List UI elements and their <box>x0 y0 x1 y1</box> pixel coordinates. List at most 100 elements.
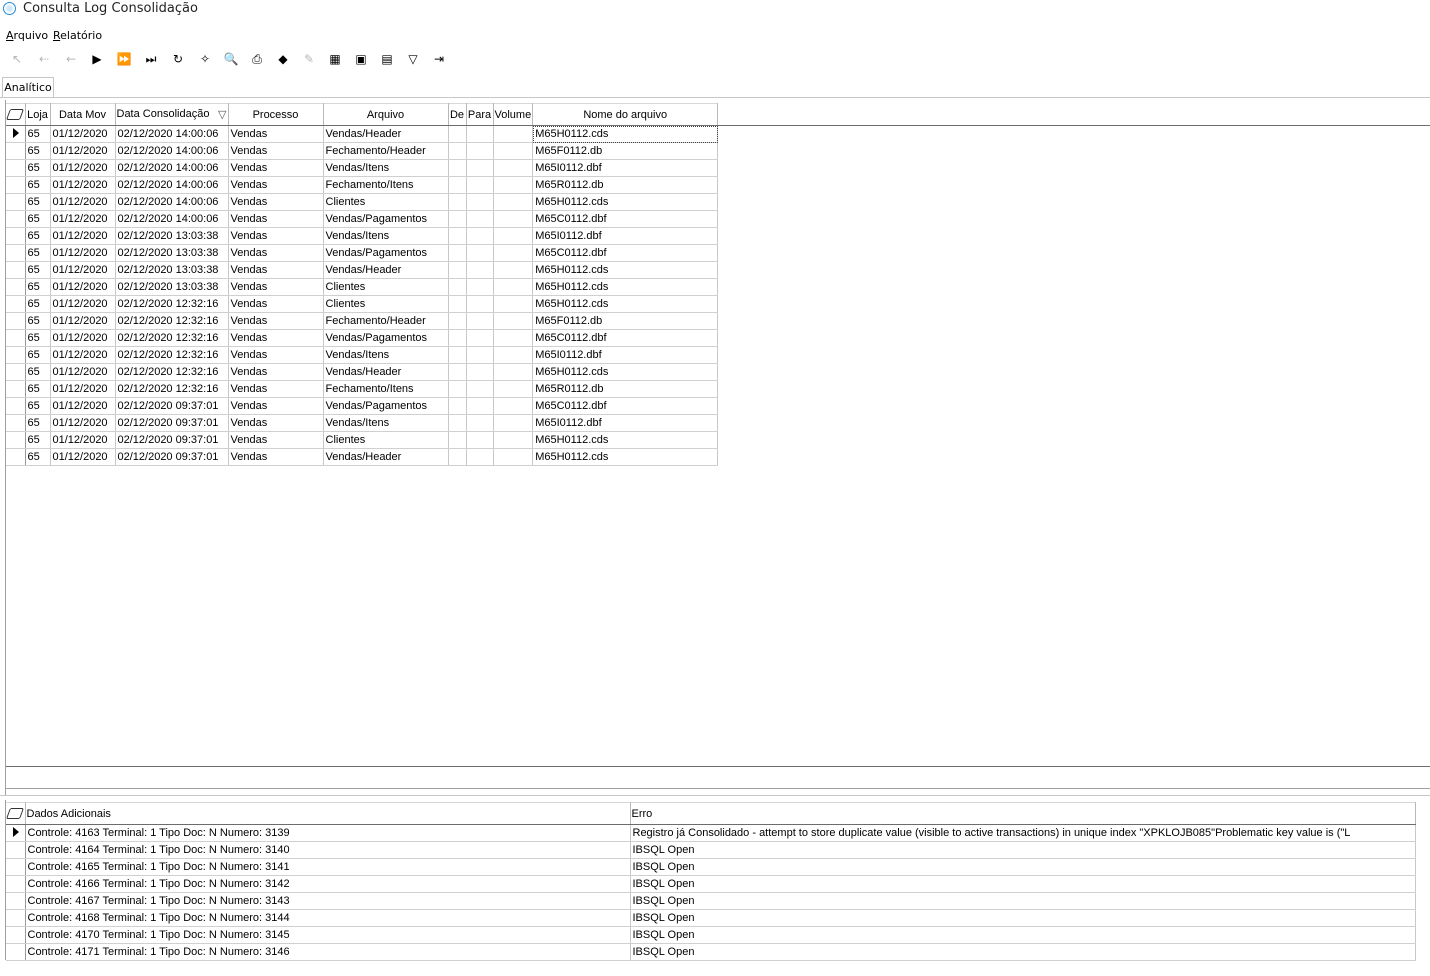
table-row[interactable]: 65 01/12/2020 02/12/2020 13:03:38 Vendas Ven… <box>6 261 719 279</box>
column-header[interactable]: De <box>448 103 467 126</box>
table-cell[interactable]: 65 <box>25 278 51 296</box>
table-cell[interactable] <box>493 244 534 262</box>
table-cell[interactable]: Controle: 4167 Terminal: 1 Tipo Doc: N N… <box>25 892 631 910</box>
table-cell[interactable]: 65 <box>25 312 51 330</box>
table-cell[interactable] <box>448 414 467 432</box>
table-cell[interactable]: Vendas <box>228 210 324 228</box>
table-cell[interactable]: 65 <box>25 142 51 160</box>
table-cell[interactable]: Vendas/Header <box>323 448 449 466</box>
table-cell[interactable] <box>493 159 534 177</box>
last-record-icon[interactable]: ⏭ <box>141 49 161 69</box>
table-cell[interactable]: Clientes <box>323 193 449 211</box>
column-header[interactable]: Data Mov <box>50 103 116 126</box>
table-cell[interactable]: 02/12/2020 12:32:16 <box>115 346 229 364</box>
table-cell[interactable]: 02/12/2020 14:00:06 <box>115 142 229 160</box>
table-cell[interactable]: Vendas/Header <box>323 261 449 279</box>
table-cell[interactable]: M65I0112.dbf <box>532 227 719 245</box>
table-cell[interactable] <box>493 363 534 381</box>
table-cell[interactable]: Controle: 4165 Terminal: 1 Tipo Doc: N N… <box>25 858 631 876</box>
table-cell[interactable]: 02/12/2020 12:32:16 <box>115 312 229 330</box>
table-cell[interactable]: 01/12/2020 <box>50 244 116 262</box>
table-cell[interactable] <box>493 295 534 313</box>
table-cell[interactable] <box>448 244 467 262</box>
table-cell[interactable]: M65I0112.dbf <box>532 159 719 177</box>
table-cell[interactable]: 02/12/2020 12:32:16 <box>115 380 229 398</box>
table-cell[interactable] <box>493 210 534 228</box>
table-cell[interactable]: M65H0112.cds <box>532 431 719 449</box>
table-cell[interactable]: IBSQL Open <box>630 841 1416 859</box>
filter-image-icon[interactable]: ▦ <box>325 49 345 69</box>
table-cell[interactable]: Vendas/Pagamentos <box>323 329 449 347</box>
table-cell[interactable]: Vendas <box>228 380 324 398</box>
table-row[interactable]: 65 01/12/2020 02/12/2020 13:03:38 Vendas Ven… <box>6 227 719 245</box>
table-cell[interactable] <box>466 448 494 466</box>
table-cell[interactable]: 65 <box>25 397 51 415</box>
tag-icon[interactable]: ◆ <box>273 49 293 69</box>
table-cell[interactable]: 65 <box>25 448 51 466</box>
table-cell[interactable]: M65H0112.cds <box>532 448 719 466</box>
funnel-icon[interactable]: ▽ <box>403 49 423 69</box>
table-cell[interactable]: M65H0112.cds <box>532 295 719 313</box>
table-row[interactable]: 65 01/12/2020 02/12/2020 13:03:38 Vendas Cli… <box>6 278 719 296</box>
table-cell[interactable]: 01/12/2020 <box>50 312 116 330</box>
table-cell[interactable]: 02/12/2020 14:00:06 <box>115 193 229 211</box>
table-cell[interactable]: Vendas <box>228 295 324 313</box>
table-cell[interactable]: Vendas/Itens <box>323 414 449 432</box>
table-cell[interactable] <box>448 159 467 177</box>
table-cell[interactable]: Fechamento/Header <box>323 312 449 330</box>
table-cell[interactable]: 65 <box>25 295 51 313</box>
table-row[interactable]: 65 01/12/2020 02/12/2020 12:32:16 Vendas Fec… <box>6 312 719 330</box>
table-cell[interactable]: 01/12/2020 <box>50 414 116 432</box>
table-cell[interactable]: Vendas <box>228 414 324 432</box>
table-cell[interactable]: 65 <box>25 363 51 381</box>
table-cell[interactable] <box>493 142 534 160</box>
table-cell[interactable]: 02/12/2020 14:00:06 <box>115 176 229 194</box>
table-cell[interactable]: IBSQL Open <box>630 926 1416 944</box>
table-row[interactable]: Controle: 4166 Terminal: 1 Tipo Doc: N N… <box>6 875 1416 893</box>
table-cell[interactable]: Clientes <box>323 278 449 296</box>
column-header[interactable]: Para <box>466 103 494 126</box>
table-cell[interactable]: 02/12/2020 13:03:38 <box>115 227 229 245</box>
table-cell[interactable]: Fechamento/Itens <box>323 176 449 194</box>
table-cell[interactable]: 65 <box>25 125 51 143</box>
table-cell[interactable]: 02/12/2020 12:32:16 <box>115 363 229 381</box>
table-row[interactable]: Controle: 4170 Terminal: 1 Tipo Doc: N N… <box>6 926 1416 944</box>
table-cell[interactable]: 02/12/2020 13:03:38 <box>115 278 229 296</box>
table-cell[interactable]: Vendas <box>228 346 324 364</box>
column-header[interactable]: Nome do arquivo <box>532 103 719 126</box>
table-cell[interactable]: 65 <box>25 159 51 177</box>
table-cell[interactable] <box>493 261 534 279</box>
table-cell[interactable]: 02/12/2020 14:00:06 <box>115 210 229 228</box>
table-row[interactable]: 65 01/12/2020 02/12/2020 09:37:01 Vendas Ven… <box>6 414 719 432</box>
table-cell[interactable] <box>493 397 534 415</box>
table-row[interactable]: Controle: 4171 Terminal: 1 Tipo Doc: N N… <box>6 943 1416 961</box>
table-cell[interactable] <box>493 227 534 245</box>
table-cell[interactable]: Vendas/Itens <box>323 159 449 177</box>
table-cell[interactable]: Vendas <box>228 193 324 211</box>
table-cell[interactable] <box>448 431 467 449</box>
table-row[interactable]: Controle: 4168 Terminal: 1 Tipo Doc: N N… <box>6 909 1416 927</box>
table-cell[interactable]: IBSQL Open <box>630 875 1416 893</box>
table-cell[interactable]: M65F0112.db <box>532 142 719 160</box>
table-cell[interactable] <box>493 346 534 364</box>
table-cell[interactable]: 01/12/2020 <box>50 295 116 313</box>
table-cell[interactable]: Controle: 4163 Terminal: 1 Tipo Doc: N N… <box>25 824 631 842</box>
table-cell[interactable] <box>448 380 467 398</box>
table-cell[interactable]: 65 <box>25 380 51 398</box>
table-cell[interactable]: 01/12/2020 <box>50 227 116 245</box>
table-cell[interactable]: 01/12/2020 <box>50 380 116 398</box>
table-cell[interactable]: 02/12/2020 14:00:06 <box>115 159 229 177</box>
table-cell[interactable] <box>493 329 534 347</box>
wand-icon[interactable]: ✧ <box>195 49 215 69</box>
first-record-icon[interactable]: ↖ <box>7 49 27 69</box>
table-cell[interactable] <box>493 414 534 432</box>
table-cell[interactable]: M65H0112.cds <box>532 125 719 143</box>
table-cell[interactable] <box>493 380 534 398</box>
table-cell[interactable] <box>466 210 494 228</box>
table-cell[interactable]: Vendas/Itens <box>323 227 449 245</box>
table-cell[interactable]: 65 <box>25 414 51 432</box>
table-cell[interactable] <box>493 448 534 466</box>
table-cell[interactable]: 01/12/2020 <box>50 176 116 194</box>
table-row[interactable]: 65 01/12/2020 02/12/2020 09:37:01 Vendas Ven… <box>6 448 719 466</box>
table-cell[interactable] <box>466 329 494 347</box>
